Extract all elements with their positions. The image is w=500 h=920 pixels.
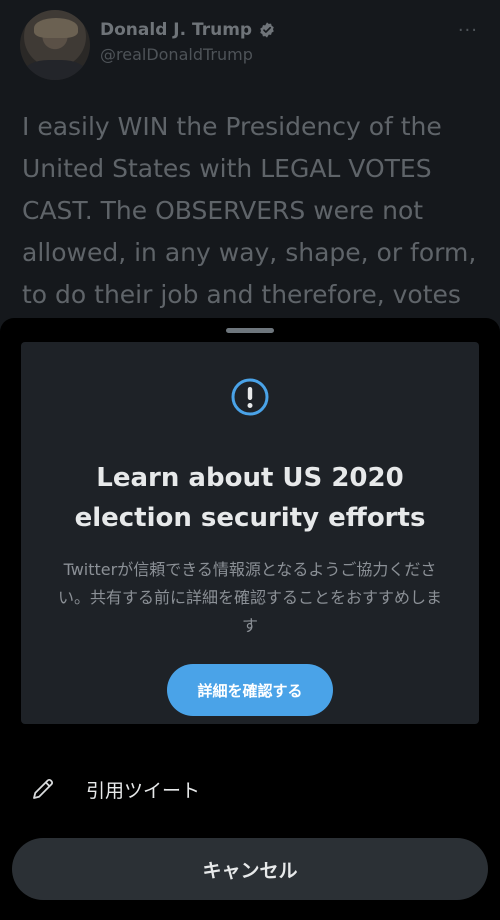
pencil-icon — [33, 778, 54, 799]
verified-badge-icon — [260, 22, 274, 38]
tweet: Donald J. Trump @realDonaldTrump ··· I e… — [0, 0, 500, 340]
sheet-drag-handle[interactable] — [226, 328, 274, 333]
bottom-sheet: Learn about US 2020 election security ef… — [0, 318, 500, 920]
card-title: Learn about US 2020 election security ef… — [74, 463, 426, 533]
avatar[interactable] — [20, 10, 90, 80]
quote-tweet-label: 引用ツイート — [86, 780, 201, 802]
author-handle[interactable]: @realDonaldTrump — [100, 45, 253, 64]
alert-icon — [231, 378, 269, 416]
learn-more-button[interactable]: 詳細を確認する — [167, 664, 333, 716]
tweet-text: I easily WIN the Presidency of the Unite… — [22, 112, 477, 309]
author-row: Donald J. Trump — [100, 20, 276, 40]
more-options-icon[interactable]: ··· — [458, 20, 478, 41]
quote-tweet-option[interactable]: 引用ツイート — [0, 762, 500, 814]
avatar-suit — [24, 60, 86, 80]
election-info-card: Learn about US 2020 election security ef… — [21, 342, 479, 724]
page: Donald J. Trump @realDonaldTrump ··· I e… — [0, 0, 500, 920]
avatar-hair — [34, 18, 78, 38]
card-body: Twitterが信頼できる情報源となるようご協力ください。共有する前に詳細を確認… — [57, 560, 442, 635]
cancel-button[interactable]: キャンセル — [12, 838, 488, 900]
author-name[interactable]: Donald J. Trump — [100, 20, 252, 40]
